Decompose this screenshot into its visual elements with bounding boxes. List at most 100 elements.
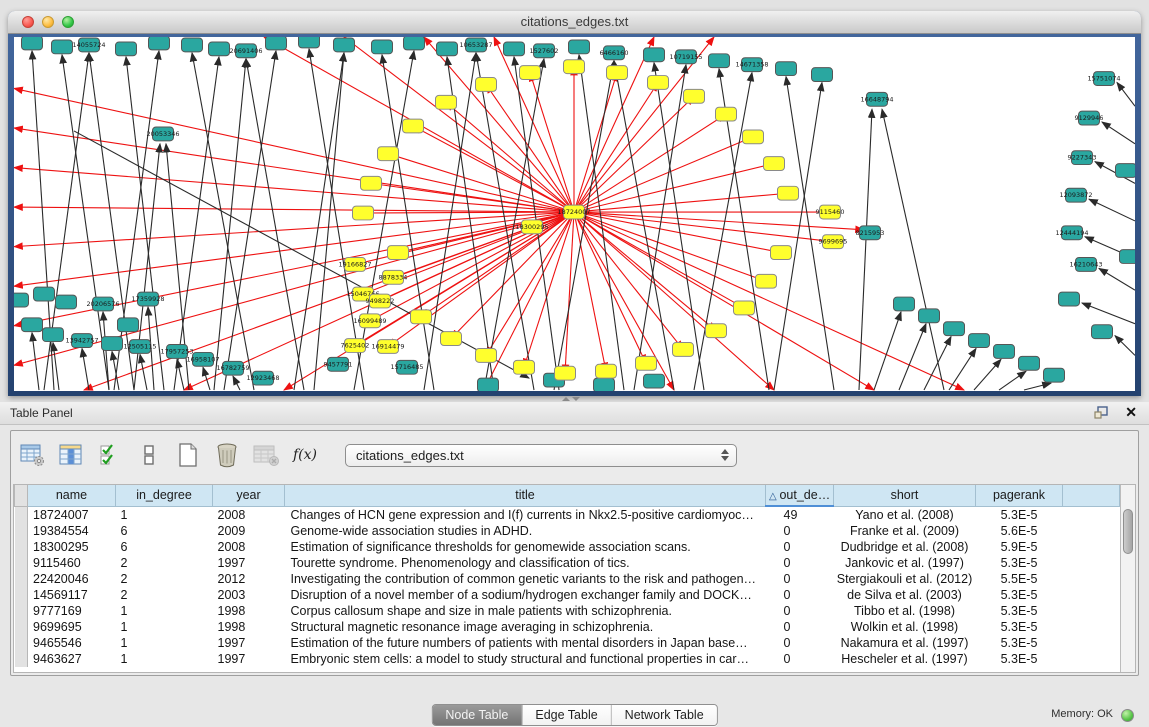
cell-title[interactable]: Corpus callosum shape and size in male p… bbox=[285, 603, 766, 619]
graph-node[interactable] bbox=[734, 301, 755, 315]
cell-out_degree[interactable]: 0 bbox=[766, 539, 834, 555]
graph-node[interactable] bbox=[569, 40, 590, 54]
table-row[interactable]: 911546021997Tourette syndrome. Phenomeno… bbox=[15, 555, 1120, 571]
cell-pagerank[interactable]: 5.6E-5 bbox=[976, 523, 1063, 539]
graph-node[interactable] bbox=[476, 78, 497, 92]
graph-node[interactable] bbox=[596, 364, 617, 378]
table-settings-icon[interactable] bbox=[19, 442, 45, 468]
cell-out_degree[interactable]: 0 bbox=[766, 651, 834, 667]
cell-title[interactable]: Estimation of significance thresholds fo… bbox=[285, 539, 766, 555]
graph-node[interactable] bbox=[388, 246, 409, 260]
cell-in_degree[interactable]: 2 bbox=[116, 571, 213, 587]
graph-node[interactable] bbox=[334, 38, 355, 52]
cell-name[interactable]: 9463627 bbox=[28, 651, 116, 667]
cell-out_degree[interactable]: 0 bbox=[766, 603, 834, 619]
cell-year[interactable]: 2003 bbox=[213, 587, 285, 603]
graph-node[interactable] bbox=[716, 107, 737, 121]
graph-node[interactable] bbox=[266, 37, 287, 50]
graph-node[interactable] bbox=[182, 38, 203, 52]
cell-in_degree[interactable]: 2 bbox=[116, 587, 213, 603]
cell-name[interactable]: 9777169 bbox=[28, 603, 116, 619]
cell-short[interactable]: Hescheler et al. (1997) bbox=[834, 651, 976, 667]
cell-title[interactable]: Tourette syndrome. Phenomenology and cla… bbox=[285, 555, 766, 571]
column-header-short[interactable]: short bbox=[834, 485, 976, 506]
cell-pagerank[interactable]: 5.9E-5 bbox=[976, 539, 1063, 555]
row-height-icon[interactable] bbox=[136, 442, 162, 468]
cell-short[interactable]: Nakamura et al. (1997) bbox=[834, 635, 976, 651]
graph-node[interactable] bbox=[1059, 292, 1080, 306]
graph-node[interactable] bbox=[411, 310, 432, 324]
cell-out_degree[interactable]: 0 bbox=[766, 635, 834, 651]
cell-pagerank[interactable]: 5.3E-5 bbox=[976, 635, 1063, 651]
table-select-dropdown[interactable]: citations_edges.txt bbox=[345, 444, 737, 467]
cell-pagerank[interactable]: 5.5E-5 bbox=[976, 571, 1063, 587]
cell-out_degree[interactable]: 0 bbox=[766, 571, 834, 587]
cell-pagerank[interactable]: 5.3E-5 bbox=[976, 506, 1063, 523]
graph-node[interactable] bbox=[648, 76, 669, 90]
graph-node[interactable] bbox=[1044, 368, 1065, 382]
graph-node[interactable] bbox=[149, 37, 170, 50]
table-row[interactable]: 977716911998Corpus callosum shape and si… bbox=[15, 603, 1120, 619]
cell-in_degree[interactable]: 2 bbox=[116, 555, 213, 571]
graph-node[interactable] bbox=[476, 348, 497, 362]
cell-year[interactable]: 2009 bbox=[213, 523, 285, 539]
network-canvas[interactable]: 1405572420691406106532871527602646616010… bbox=[14, 37, 1135, 391]
cell-short[interactable]: Jankovic et al. (1997) bbox=[834, 555, 976, 571]
column-header-in_degree[interactable]: in_degree bbox=[116, 485, 213, 506]
graph-node[interactable] bbox=[673, 343, 694, 357]
graph-node[interactable] bbox=[372, 40, 393, 54]
graph-node[interactable] bbox=[812, 68, 833, 82]
network-window-titlebar[interactable]: citations_edges.txt bbox=[8, 11, 1141, 34]
graph-node[interactable] bbox=[441, 332, 462, 346]
graph-node[interactable] bbox=[52, 40, 73, 54]
cell-out_degree[interactable]: 0 bbox=[766, 523, 834, 539]
graph-node[interactable] bbox=[209, 42, 230, 56]
select-rows-icon[interactable] bbox=[97, 442, 123, 468]
cell-pagerank[interactable]: 5.3E-5 bbox=[976, 555, 1063, 571]
graph-node[interactable] bbox=[14, 293, 29, 307]
cell-in_degree[interactable]: 1 bbox=[116, 619, 213, 635]
table-row[interactable]: 946554611997Estimation of the future num… bbox=[15, 635, 1120, 651]
column-header-pagerank[interactable]: pagerank bbox=[976, 485, 1063, 506]
graph-node[interactable] bbox=[102, 337, 123, 351]
cell-name[interactable]: 14569117 bbox=[28, 587, 116, 603]
cell-year[interactable]: 2012 bbox=[213, 571, 285, 587]
table-row[interactable]: 1830029562008Estimation of significance … bbox=[15, 539, 1120, 555]
column-header-year[interactable]: year bbox=[213, 485, 285, 506]
new-table-icon[interactable] bbox=[175, 442, 201, 468]
graph-node[interactable] bbox=[594, 378, 615, 391]
cell-in_degree[interactable]: 1 bbox=[116, 635, 213, 651]
vertical-scrollbar[interactable] bbox=[1120, 485, 1135, 672]
cell-pagerank[interactable]: 5.3E-5 bbox=[976, 619, 1063, 635]
cell-in_degree[interactable]: 1 bbox=[116, 506, 213, 523]
graph-node[interactable] bbox=[636, 356, 657, 370]
cell-in_degree[interactable]: 1 bbox=[116, 651, 213, 667]
cell-out_degree[interactable]: 49 bbox=[766, 506, 834, 523]
cell-title[interactable]: Genome-wide association studies in ADHD. bbox=[285, 523, 766, 539]
cell-short[interactable]: Stergiakouli et al. (2012) bbox=[834, 571, 976, 587]
graph-node[interactable] bbox=[555, 366, 576, 380]
graph-node[interactable] bbox=[299, 37, 320, 48]
graph-node[interactable] bbox=[776, 62, 797, 76]
graph-node[interactable] bbox=[504, 42, 525, 56]
cell-year[interactable]: 1997 bbox=[213, 635, 285, 651]
graph-node[interactable] bbox=[361, 176, 382, 190]
cell-year[interactable]: 1997 bbox=[213, 651, 285, 667]
graph-node[interactable] bbox=[478, 378, 499, 391]
cell-out_degree[interactable]: 0 bbox=[766, 587, 834, 603]
cell-name[interactable]: 9115460 bbox=[28, 555, 116, 571]
table-row[interactable]: 946362711997Embryonic stem cells: a mode… bbox=[15, 651, 1120, 667]
graph-node[interactable] bbox=[436, 95, 457, 109]
graph-node[interactable] bbox=[520, 66, 541, 80]
graph-node[interactable] bbox=[437, 42, 458, 56]
cell-name[interactable]: 18724007 bbox=[28, 506, 116, 523]
graph-node[interactable] bbox=[894, 297, 915, 311]
table-row[interactable]: 1938455462009Genome-wide association stu… bbox=[15, 523, 1120, 539]
cell-year[interactable]: 1998 bbox=[213, 603, 285, 619]
cell-name[interactable]: 22420046 bbox=[28, 571, 116, 587]
cell-year[interactable]: 2008 bbox=[213, 506, 285, 523]
cell-pagerank[interactable]: 5.3E-5 bbox=[976, 603, 1063, 619]
graph-node[interactable] bbox=[564, 60, 585, 74]
graph-node[interactable] bbox=[1092, 325, 1113, 339]
graph-node[interactable] bbox=[969, 334, 990, 348]
